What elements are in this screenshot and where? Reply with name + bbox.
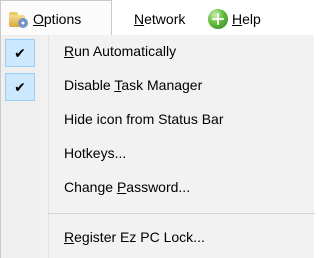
menu-item-label: Hide icon from Status Bar (64, 111, 224, 127)
help-globe-icon (208, 8, 228, 29)
menu-item-disable-task-manager[interactable]: ✔ Disable Task Manager (1, 70, 315, 104)
checkmark-icon: ✔ (5, 73, 35, 101)
menu-bar: Options Network Help (0, 0, 314, 35)
menu-separator (48, 213, 315, 214)
menu-options[interactable]: Options (0, 0, 112, 35)
menu-item-run-automatically[interactable]: ✔ Run Automatically (1, 36, 315, 70)
checkmark-icon: ✔ (5, 39, 35, 67)
menu-network-label: Network (134, 10, 186, 27)
menu-item-label: Run Automatically (64, 43, 177, 59)
menu-item-hide-icon[interactable]: Hide icon from Status Bar (1, 104, 315, 138)
app-window: Options Network Help ✔ Run Automatically… (0, 0, 315, 258)
menu-item-label: Hotkeys... (64, 145, 127, 161)
menu-item-register[interactable]: Register Ez PC Lock... (1, 222, 315, 256)
folder-gear-icon (8, 10, 29, 29)
menu-help-label: Help (232, 10, 261, 27)
menu-help[interactable]: Help (198, 0, 290, 35)
menu-item-change-password[interactable]: Change Password... (1, 172, 315, 206)
menu-options-label: Options (33, 11, 82, 27)
menu-item-label: Disable Task Manager (64, 77, 203, 93)
menu-network[interactable]: Network (112, 0, 198, 35)
menu-item-label: Change Password... (64, 179, 191, 195)
menu-item-hotkeys[interactable]: Hotkeys... (1, 138, 315, 172)
options-dropdown-menu: ✔ Run Automatically ✔ Disable Task Manag… (0, 35, 315, 258)
menu-item-label: Register Ez PC Lock... (64, 229, 205, 245)
